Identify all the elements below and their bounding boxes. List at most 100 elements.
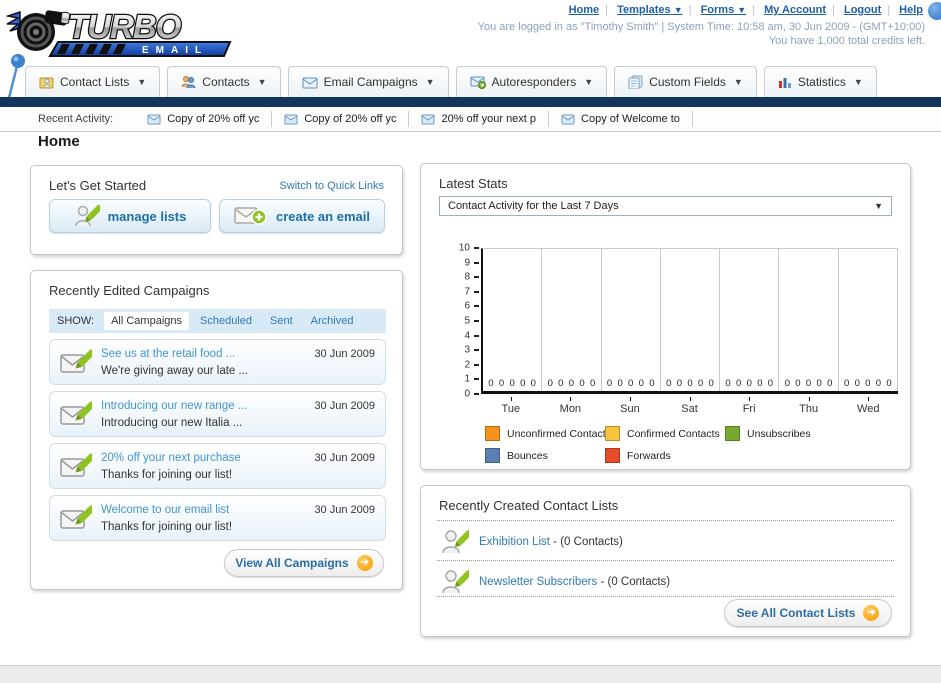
nav-link-forms[interactable]: Forms ▼ — [701, 4, 747, 16]
tab-label: Autoresponders — [491, 75, 577, 89]
y-axis-tick — [474, 363, 479, 366]
arrow-right-icon: ➔ — [863, 605, 880, 621]
legend-swatch — [605, 448, 620, 463]
recent-activity-item[interactable]: Copy of Welcome to — [549, 111, 693, 127]
nav-link-help[interactable]: Help — [899, 4, 923, 16]
filter-all-campaigns[interactable]: All Campaigns — [104, 312, 189, 330]
campaign-title-link[interactable]: 20% off your next purchase — [101, 452, 241, 464]
value-label: 0 — [530, 378, 536, 389]
button-label: View All Campaigns — [235, 556, 349, 570]
campaign-row[interactable]: 20% off your next purchase Thanks for jo… — [49, 443, 386, 489]
value-label: 0 — [579, 378, 585, 389]
tab-contacts[interactable]: Contacts ▼ — [167, 66, 281, 97]
value-labels: 00000 — [542, 378, 600, 389]
value-label: 0 — [865, 378, 871, 389]
person-pencil-icon — [74, 204, 102, 228]
nav-link-home[interactable]: Home — [569, 4, 600, 16]
tab-label: Statistics — [797, 75, 846, 89]
y-axis-tick — [474, 276, 479, 279]
y-axis-tick-label: 1 — [464, 373, 470, 385]
button-label: See All Contact Lists — [736, 606, 856, 620]
y-axis-tick-label: 10 — [458, 242, 470, 254]
contact-count: (0 Contacts) — [560, 536, 623, 548]
header-links: Home | Templates ▼ | Forms ▼ | My Account | … — [568, 4, 923, 16]
legend-item: Unconfirmed Contacts — [485, 426, 611, 441]
filter-sent[interactable]: Sent — [270, 315, 293, 327]
envelope-pencil-icon — [60, 505, 95, 532]
envelope-icon — [284, 114, 298, 125]
contact-lists-panel: Recently Created Contact Lists Exhibitio… — [420, 485, 911, 637]
tab-statistics[interactable]: Statistics ▼ — [763, 66, 877, 97]
tab-email-campaigns[interactable]: Email Campaigns ▼ — [287, 66, 449, 97]
value-labels: 00000 — [720, 378, 778, 389]
y-axis-tick-label: 6 — [464, 300, 470, 312]
nav-link-my-account[interactable]: My Account — [764, 4, 826, 16]
y-axis-tick — [474, 290, 479, 293]
nav-link-templates[interactable]: Templates ▼ — [617, 4, 683, 16]
value-label: 0 — [736, 378, 742, 389]
campaign-title-link[interactable]: Introducing our new range ... — [101, 400, 247, 412]
divider — [437, 596, 894, 597]
credits-remaining: You have 1,000 total credits left. — [768, 35, 925, 47]
x-axis-tick-label: Mon — [541, 397, 601, 415]
contact-list-item[interactable]: Exhibition List - (0 Contacts) — [441, 528, 623, 556]
nav-link-logout[interactable]: Logout — [844, 4, 881, 16]
value-label: 0 — [509, 378, 515, 389]
legend-swatch — [485, 448, 500, 463]
activity-text: 20% off your next p — [441, 113, 537, 125]
manage-lists-button[interactable]: manage lists — [49, 199, 211, 233]
campaign-title-link[interactable]: Welcome to our email list — [101, 504, 229, 516]
campaign-title-link[interactable]: See us at the retail food ... — [101, 348, 235, 360]
legend-item: Unsubscribes — [725, 426, 845, 441]
chart-day-group: 00000 — [779, 249, 839, 391]
tab-autoresponders[interactable]: Autoresponders ▼ — [455, 66, 608, 97]
view-all-campaigns-button[interactable]: View All Campaigns ➔ — [224, 549, 384, 577]
create-email-button[interactable]: create an email — [219, 199, 385, 233]
value-labels: 00000 — [483, 378, 541, 389]
value-label: 0 — [767, 378, 774, 389]
autoresponders-icon — [470, 75, 486, 89]
contact-list-link[interactable]: Newsletter Subscribers — [479, 576, 597, 588]
value-label: 0 — [649, 378, 655, 389]
campaign-row[interactable]: See us at the retail food ... We're givi… — [49, 339, 386, 385]
stats-report-dropdown[interactable]: Contact Activity for the Last 7 Days ▼ — [439, 196, 892, 216]
campaign-subject: Thanks for joining our list! — [101, 469, 233, 481]
y-axis-tick-label: 8 — [464, 271, 470, 283]
chart-day-group: 00000 — [839, 249, 898, 391]
y-axis-tick-label: 9 — [464, 257, 470, 269]
envelope-plus-icon — [234, 204, 268, 228]
campaign-row[interactable]: Welcome to our email list Thanks for joi… — [49, 495, 386, 541]
contact-list-item[interactable]: Newsletter Subscribers - (0 Contacts) — [441, 568, 670, 596]
envelope-icon — [561, 114, 575, 125]
value-label: 0 — [795, 378, 801, 389]
statistics-icon — [778, 76, 792, 89]
svg-text:EMAIL: EMAIL — [142, 45, 208, 56]
recent-activity-item[interactable]: Copy of 20% off yc — [135, 111, 273, 127]
divider — [437, 560, 894, 561]
value-label: 0 — [606, 378, 613, 389]
tab-custom-fields[interactable]: Custom Fields ▼ — [614, 66, 757, 97]
filter-archived[interactable]: Archived — [311, 315, 354, 327]
y-axis-tick — [474, 320, 479, 322]
value-label: 0 — [589, 378, 596, 389]
tab-contact-lists[interactable]: Contact Lists ▼ — [25, 66, 161, 97]
value-label: 0 — [628, 378, 634, 389]
contact-list-link[interactable]: Exhibition List — [479, 536, 550, 548]
tab-label: Email Campaigns — [323, 75, 418, 89]
value-label: 0 — [854, 378, 860, 389]
value-label: 0 — [746, 378, 752, 389]
x-axis-tick-label: Wed — [838, 397, 898, 415]
value-label: 0 — [617, 378, 623, 389]
value-label: 0 — [547, 378, 553, 389]
tab-label: Contact Lists — [60, 75, 130, 89]
activity-text: Copy of Welcome to — [581, 113, 680, 125]
see-all-contact-lists-button[interactable]: See All Contact Lists ➔ — [724, 599, 892, 627]
filter-scheduled[interactable]: Scheduled — [200, 315, 252, 327]
chevron-down-icon: ▼ — [853, 77, 863, 87]
recent-activity-item[interactable]: Copy of 20% off yc — [272, 111, 410, 127]
campaign-row[interactable]: Introducing our new range ... Introducin… — [49, 391, 386, 437]
chevron-down-icon: ▼ — [257, 77, 267, 87]
value-label: 0 — [558, 378, 564, 389]
recent-activity-item[interactable]: 20% off your next p — [409, 111, 550, 127]
switch-to-quick-links[interactable]: Switch to Quick Links — [279, 180, 384, 192]
